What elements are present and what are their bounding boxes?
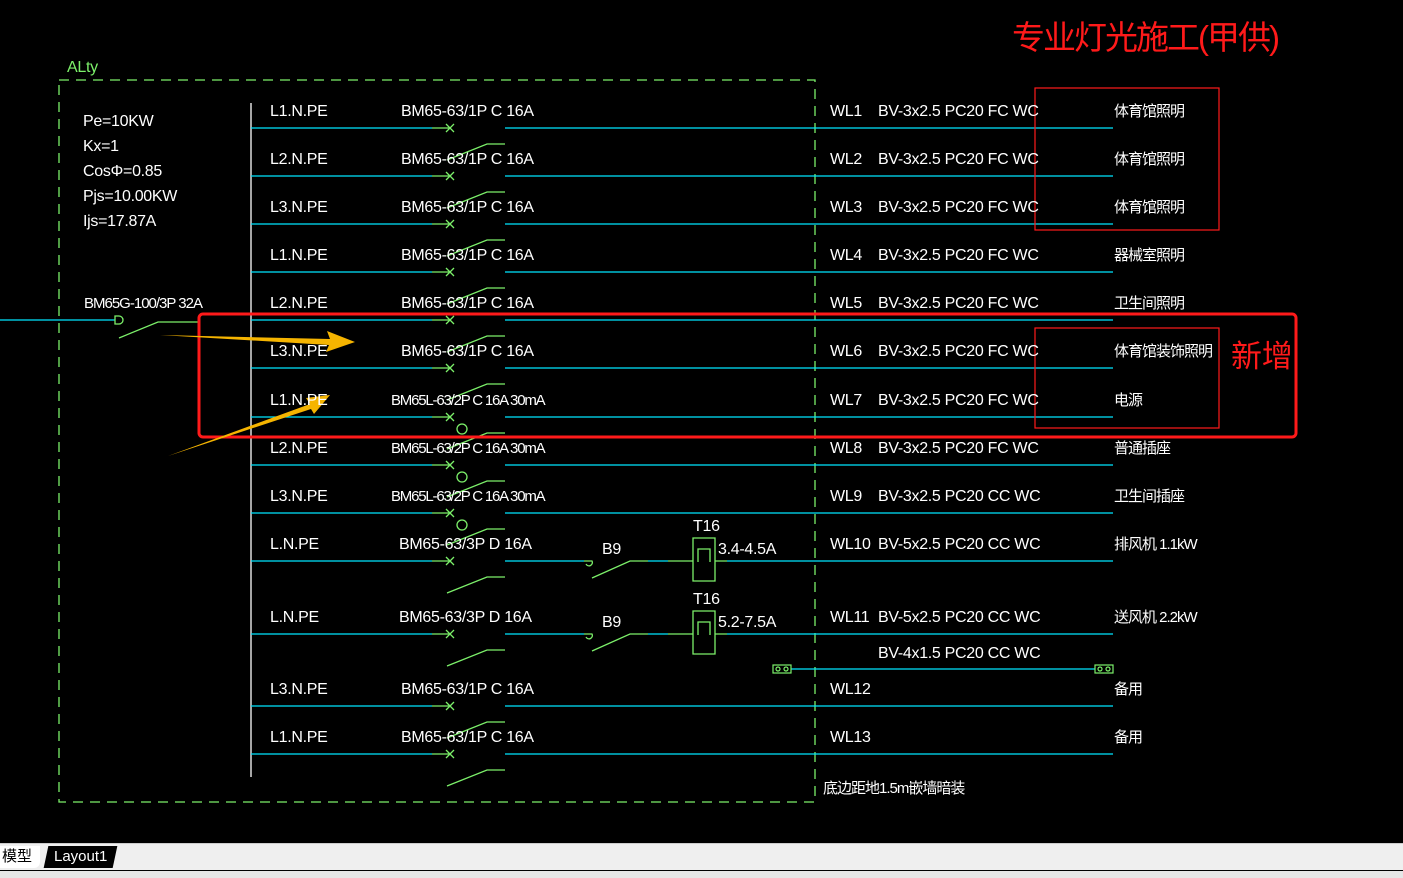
breaker-label: BM65-63/1P C 16A <box>401 295 534 312</box>
circuit-line <box>251 749 1113 787</box>
contactor-label: B9 <box>602 541 621 558</box>
panel-parameter: Pjs=10.00KW <box>83 188 178 205</box>
load-name: 体育馆照明 <box>1114 199 1185 216</box>
circuit-id: WL3 <box>830 199 862 216</box>
annotation-title: 专业灯光施工(甲供) <box>1012 19 1280 56</box>
relay-label: T16 <box>693 591 720 608</box>
cable-spec: BV-3x2.5 PC20 FC WC <box>878 247 1039 264</box>
circuit-id: WL5 <box>830 295 862 312</box>
tab-label: Layout1 <box>54 848 108 865</box>
breaker-label: BM65-63/1P C 16A <box>401 681 534 698</box>
breaker-label: BM65-63/1P C 16A <box>401 151 534 168</box>
tab-model[interactable]: 模型 <box>0 846 41 868</box>
circuit-id: WL11 <box>830 609 870 626</box>
cable-spec: BV-3x2.5 PC20 FC WC <box>878 199 1039 216</box>
load-name: 体育馆照明 <box>1114 103 1185 120</box>
circuit-id: WL8 <box>830 440 862 457</box>
phase-label: L3.N.PE <box>270 681 328 698</box>
panel-parameter: Kx=1 <box>83 138 119 155</box>
relay-range: 5.2-7.5A <box>718 614 777 631</box>
breaker-label: BM65-63/1P C 16A <box>401 199 534 216</box>
status-strip <box>0 870 1403 878</box>
cable-spec: BV-3x2.5 PC20 FC WC <box>878 295 1039 312</box>
annotation-new-label: 新增 <box>1231 339 1293 374</box>
phase-label: L3.N.PE <box>270 343 328 360</box>
control-cable-label: BV-4x1.5 PC20 CC WC <box>878 645 1041 662</box>
breaker-label: BM65-63/3P D 16A <box>399 609 532 626</box>
cable-spec: BV-3x2.5 PC20 CC WC <box>878 488 1041 505</box>
relay-label: T16 <box>693 518 720 535</box>
breaker-label: BM65-63/3P D 16A <box>399 536 532 553</box>
breaker-symbol <box>445 629 505 667</box>
cable-spec: BV-3x2.5 PC20 FC WC <box>878 440 1039 457</box>
circuit-id: WL2 <box>830 151 862 168</box>
cable-spec: BV-5x2.5 PC20 CC WC <box>878 609 1041 626</box>
phase-label: L1.N.PE <box>270 103 328 120</box>
load-name: 排风机 1.1kW <box>1114 536 1198 553</box>
breaker-label: BM65-63/1P C 16A <box>401 343 534 360</box>
load-name: 卫生间插座 <box>1114 488 1185 505</box>
phase-label: L1.N.PE <box>270 729 328 746</box>
main-breaker-label: BM65G-100/3P 32A <box>84 295 203 312</box>
phase-label: L3.N.PE <box>270 488 328 505</box>
load-name: 备用 <box>1114 729 1143 746</box>
cable-spec: BV-5x2.5 PC20 CC WC <box>878 536 1041 553</box>
breaker-label: BM65L-63/2P C 16A 30mA <box>391 440 546 457</box>
breaker-label: BM65-63/1P C 16A <box>401 247 534 264</box>
circuit-id: WL6 <box>830 343 862 360</box>
panel-parameter: Pe=10KW <box>83 113 154 130</box>
phase-label: L.N.PE <box>270 536 319 553</box>
phase-label: L1.N.PE <box>270 392 328 409</box>
circuit-id: WL13 <box>830 729 871 746</box>
circuit-id: WL10 <box>830 536 871 553</box>
breaker-symbol <box>445 556 505 594</box>
circuit-id: WL12 <box>830 681 871 698</box>
load-name: 普通插座 <box>1114 440 1171 457</box>
load-name: 卫生间照明 <box>1114 295 1185 312</box>
circuit-line <box>251 701 1113 739</box>
contactor-symbol <box>584 633 648 652</box>
highlight-box-new-circuits <box>197 312 1298 439</box>
phase-label: L3.N.PE <box>270 199 328 216</box>
load-name: 备用 <box>1114 681 1143 698</box>
phase-label: L1.N.PE <box>270 247 328 264</box>
tab-layout1[interactable]: Layout1 <box>43 846 118 868</box>
circuit-id: WL4 <box>830 247 862 264</box>
load-name: 体育馆装饰照明 <box>1114 343 1213 360</box>
phase-label: L2.N.PE <box>270 151 328 168</box>
panel-name: ALty <box>67 59 98 76</box>
breaker-label: BM65L-63/2P C 16A 30mA <box>391 488 546 505</box>
load-name: 电源 <box>1114 392 1143 409</box>
layout-tab-bar: 模型 Layout1 <box>0 843 1403 878</box>
phase-label: L2.N.PE <box>270 440 328 457</box>
circuit-id: WL1 <box>830 103 862 120</box>
contactor-label: B9 <box>602 614 621 631</box>
panel-parameter: CosΦ=0.85 <box>83 163 163 180</box>
load-name: 送风机 2.2kW <box>1114 609 1198 626</box>
cable-spec: BV-3x2.5 PC20 FC WC <box>878 151 1039 168</box>
breaker-label: BM65L-63/2P C 16A 30mA <box>391 392 546 409</box>
phase-label: L.N.PE <box>270 609 319 626</box>
tab-label: 模型 <box>2 848 33 865</box>
circuit-id: WL9 <box>830 488 862 505</box>
breaker-label: BM65-63/1P C 16A <box>401 103 534 120</box>
load-name: 体育馆照明 <box>1114 151 1185 168</box>
breaker-symbol <box>445 749 505 787</box>
panel-parameter: Ijs=17.87A <box>83 213 157 230</box>
circuit-id: WL7 <box>830 392 862 409</box>
contactor-symbol <box>584 560 648 579</box>
cable-spec: BV-3x2.5 PC20 FC WC <box>878 392 1039 409</box>
relay-range: 3.4-4.5A <box>718 541 777 558</box>
breaker-label: BM65-63/1P C 16A <box>401 729 534 746</box>
phase-label: L2.N.PE <box>270 295 328 312</box>
install-note: 底边距地1.5m嵌墙暗装 <box>823 780 965 797</box>
main-breaker-symbol <box>114 315 200 339</box>
load-name: 器械室照明 <box>1114 247 1185 264</box>
cable-spec: BV-3x2.5 PC20 FC WC <box>878 103 1039 120</box>
schematic-drawing <box>0 79 1298 803</box>
cable-spec: BV-3x2.5 PC20 FC WC <box>878 343 1039 360</box>
